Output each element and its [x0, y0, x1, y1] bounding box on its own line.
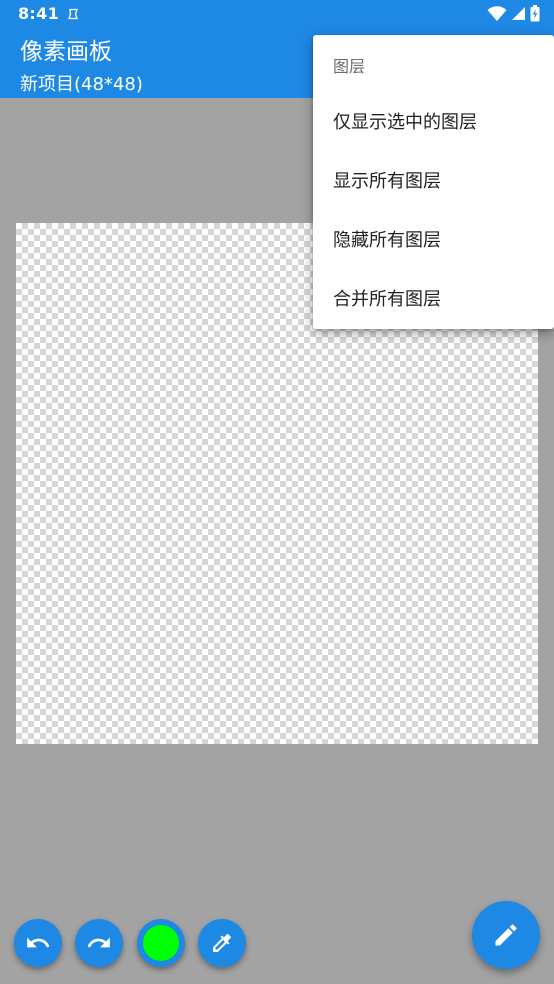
eyedropper-icon [213, 933, 232, 952]
signal-icon [512, 7, 525, 20]
menu-item-show-all-layers[interactable]: 显示所有图层 [313, 153, 554, 211]
wifi-icon [487, 5, 507, 21]
undo-icon [27, 937, 50, 948]
notification-icon [68, 8, 78, 20]
undo-button[interactable] [14, 919, 62, 967]
status-icons [487, 5, 540, 22]
menu-item-merge-all-layers[interactable]: 合并所有图层 [313, 271, 554, 329]
layer-menu: 图层 仅显示选中的图层 显示所有图层 隐藏所有图层 合并所有图层 [313, 35, 554, 329]
menu-header-layers: 图层 [333, 57, 366, 76]
app-title: 像素画板 [20, 39, 112, 65]
battery-icon [530, 5, 540, 22]
eyedropper-button[interactable] [198, 919, 246, 967]
menu-item-hide-all-layers[interactable]: 隐藏所有图层 [313, 212, 554, 270]
redo-icon [87, 937, 110, 948]
color-picker-button[interactable] [137, 919, 185, 967]
project-subtitle: 新项目(48*48) [20, 74, 143, 95]
redo-button[interactable] [75, 919, 123, 967]
status-time: 8:41 [18, 4, 59, 23]
edit-fab[interactable] [472, 901, 540, 969]
pencil-icon [495, 924, 517, 946]
menu-item-show-selected-layer[interactable]: 仅显示选中的图层 [313, 94, 554, 152]
current-color-swatch [143, 925, 179, 961]
